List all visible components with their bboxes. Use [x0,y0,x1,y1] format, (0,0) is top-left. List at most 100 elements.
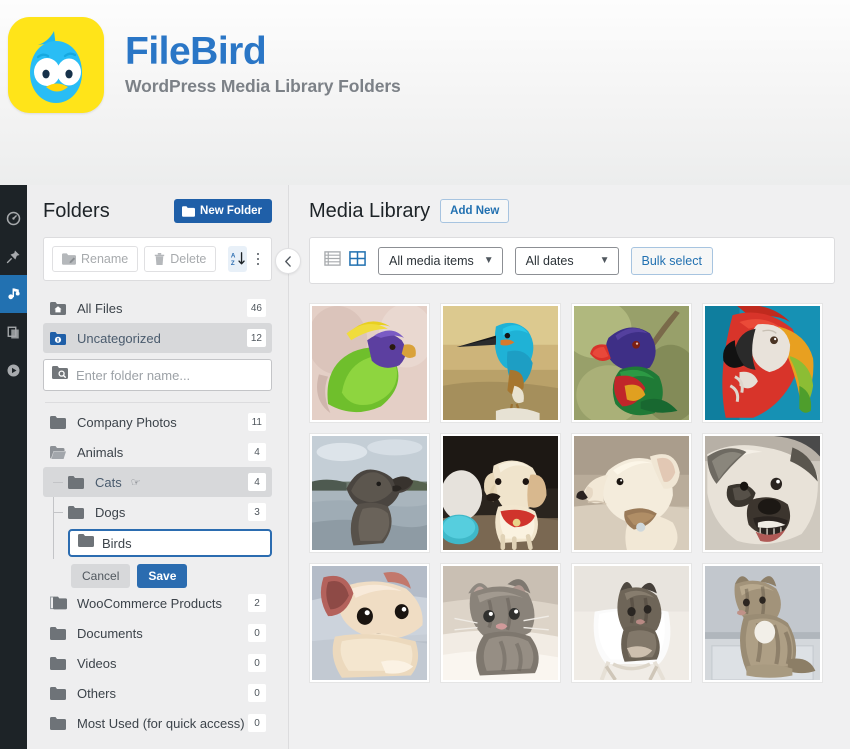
grid-view-icon[interactable] [349,250,366,272]
new-folder-label: New Folder [200,205,262,217]
folder-tree: All Files 46 Uncategorized 12 Enter fold… [43,293,272,738]
media-item[interactable] [702,433,823,553]
media-thumbnail-scarlet-macaw [705,306,820,420]
folder-row-all-files[interactable]: All Files 46 [43,293,272,323]
folders-panel: Folders New Folder Rename Delete A Z All… [27,185,301,749]
media-library-header: Media Library Add New [309,199,835,223]
bulk-select-button[interactable]: Bulk select [630,246,713,275]
folder-home-icon [50,301,70,315]
rename-button[interactable]: Rename [52,246,139,272]
media-item[interactable] [571,303,692,423]
rail-item-posts[interactable] [0,237,27,275]
app-subtitle: WordPress Media Library Folders [125,75,401,96]
rail-item-comments[interactable] [0,351,27,389]
folders-stack-icon [50,596,70,610]
media-item[interactable] [309,433,430,553]
media-item[interactable] [309,563,430,683]
folder-count: 0 [248,624,266,642]
folder-count: 46 [246,299,266,317]
folder-label: Most Used (for quick access) [77,715,245,731]
media-item[interactable] [440,563,561,683]
new-folder-name-value: Birds [102,535,132,551]
folder-label: Animals [77,444,124,460]
folder-icon [78,534,94,552]
cancel-button[interactable]: Cancel [71,564,131,588]
sort-az-icon: A Z [231,252,245,267]
media-item[interactable] [309,303,430,423]
folder-label: Uncategorized [77,330,161,346]
folder-count: 4 [248,443,266,461]
folder-count: 0 [248,714,266,732]
rail-item-pages[interactable] [0,313,27,351]
delete-button[interactable]: Delete [144,246,217,272]
folder-label: Company Photos [77,414,177,430]
media-item[interactable] [702,563,823,683]
new-folder-button[interactable]: New Folder [174,199,272,223]
folder-row-documents[interactable]: Documents 0 [43,618,272,648]
folder-icon [50,626,70,640]
media-toolbar: All media items ▼ All dates ▼ Bulk selec… [309,237,835,284]
media-item[interactable] [571,563,692,683]
folder-search-input[interactable]: Enter folder name... [43,359,272,391]
folder-icon [50,656,70,670]
folder-icon [50,415,70,429]
folder-label: Dogs [95,504,126,520]
folder-row-cats[interactable]: Cats ☞ 4 [43,467,272,497]
media-thumbnail-white-dog-profile [574,436,689,550]
media-item[interactable] [440,433,561,553]
add-new-button[interactable]: Add New [440,199,510,223]
folder-count: 0 [248,654,266,672]
trash-icon [155,253,165,265]
folder-row-most-used[interactable]: Most Used (for quick access) 0 [43,708,272,738]
media-thumbnail-sleeping-chihuahua [312,566,427,680]
folder-label: Others [77,685,117,701]
folder-search-icon [52,366,68,384]
folder-edit-row: Birds Cancel Save [43,529,272,588]
folder-row-uncategorized[interactable]: Uncategorized 12 [43,323,272,353]
folder-pencil-icon [62,253,76,265]
folder-count: 12 [246,329,266,347]
folder-row-videos[interactable]: Videos 0 [43,648,272,678]
folder-icon [68,505,88,519]
media-thumbnail-golden-retriever-puppy [443,436,558,550]
date-filter[interactable]: All dates ▼ [514,246,619,275]
play-circle-icon [7,364,20,376]
app-body: Folders New Folder Rename Delete A Z All… [27,185,850,749]
media-library-panel: Media Library Add New All media items ▼ … [290,185,850,749]
brand-block: FileBird WordPress Media Library Folders [125,32,401,97]
folder-label: WooCommerce Products [77,595,222,611]
svg-text:Z: Z [231,260,235,267]
folders-header: Folders New Folder [43,199,272,223]
media-item[interactable] [440,303,561,423]
save-button[interactable]: Save [137,564,188,588]
folder-label: Documents [77,625,143,641]
folder-row-woocommerce-products[interactable]: WooCommerce Products 2 [43,588,272,618]
list-view-icon[interactable] [324,250,341,272]
folder-icon [50,686,70,700]
media-type-filter[interactable]: All media items ▼ [378,246,503,275]
media-item[interactable] [571,433,692,553]
folder-icon [68,475,88,489]
folder-row-animals[interactable]: Animals 4 [43,437,272,467]
folder-row-company-photos[interactable]: Company Photos 11 [43,407,272,437]
folders-panel-title: Folders [43,199,110,222]
folder-icon [50,716,70,730]
delete-label: Delete [170,252,207,266]
rename-label: Rename [81,252,129,266]
media-item[interactable] [702,303,823,423]
new-folder-name-input[interactable]: Birds [68,529,272,557]
rail-item-media[interactable] [0,275,27,313]
collapse-panel-button[interactable] [275,248,301,274]
folder-row-dogs[interactable]: Dogs 3 [43,497,272,527]
folder-plus-icon [182,205,196,217]
folder-count: 0 [248,684,266,702]
sort-button[interactable]: A Z [228,246,247,272]
rail-item-dashboard[interactable] [0,199,27,237]
media-icon [7,288,20,300]
more-options-button[interactable] [253,250,263,269]
tree-divider [45,402,270,403]
folder-row-others[interactable]: Others 0 [43,678,272,708]
vertical-dots-icon [256,252,260,256]
folder-open-icon [50,445,70,459]
folder-count: 3 [248,503,266,521]
